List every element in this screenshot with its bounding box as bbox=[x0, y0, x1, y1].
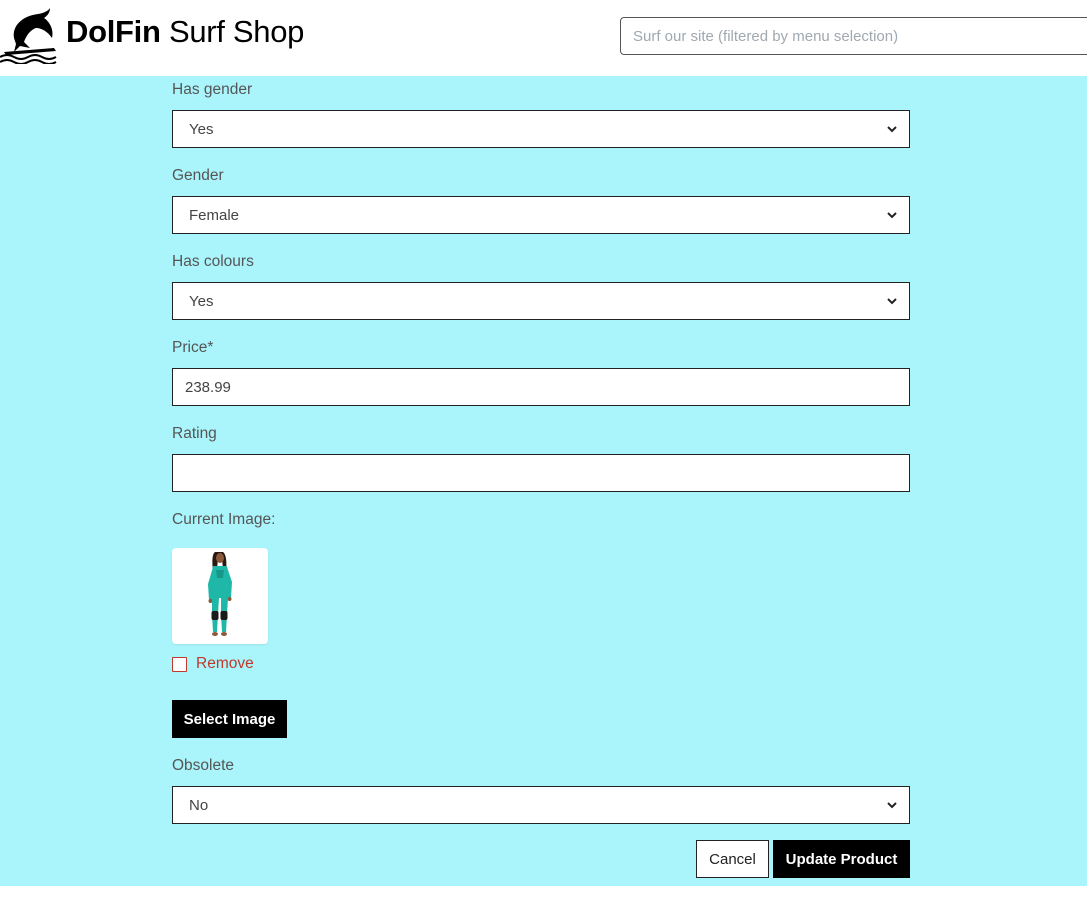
rating-label: Rating bbox=[172, 425, 217, 442]
brand-rest: Surf Shop bbox=[168, 14, 305, 49]
remove-image-checkbox[interactable] bbox=[172, 657, 187, 672]
has-colours-value: Yes bbox=[189, 292, 214, 310]
gender-value: Female bbox=[189, 206, 240, 224]
brand-name[interactable]: DolFin Surf Shop bbox=[66, 14, 304, 50]
site-header: DolFin Surf Shop bbox=[0, 0, 1087, 76]
price-label: Price* bbox=[172, 339, 214, 356]
chevron-down-icon bbox=[887, 802, 897, 809]
price-input[interactable]: 238.99 bbox=[172, 368, 910, 406]
has-colours-label: Has colours bbox=[172, 253, 254, 270]
has-colours-select[interactable]: Yes bbox=[172, 282, 910, 320]
site-search-input[interactable] bbox=[620, 17, 1087, 55]
gender-label: Gender bbox=[172, 167, 224, 184]
select-image-button[interactable]: Select Image bbox=[172, 700, 287, 738]
gender-select[interactable]: Female bbox=[172, 196, 910, 234]
has-gender-value: Yes bbox=[189, 120, 214, 138]
price-value: 238.99 bbox=[185, 378, 231, 396]
wetsuit-image bbox=[208, 552, 232, 636]
dolphin-logo-icon[interactable] bbox=[0, 8, 60, 64]
remove-image-label[interactable]: Remove bbox=[196, 655, 254, 673]
obsolete-select[interactable]: No bbox=[172, 786, 910, 824]
brand-bold: DolFin bbox=[66, 14, 161, 49]
page-bottom-strip bbox=[0, 886, 1087, 912]
current-image-thumbnail[interactable] bbox=[172, 548, 268, 644]
current-image-label: Current Image: bbox=[172, 511, 276, 528]
cancel-button[interactable]: Cancel bbox=[696, 840, 769, 878]
has-gender-label: Has gender bbox=[172, 81, 253, 98]
rating-input[interactable] bbox=[172, 454, 910, 492]
chevron-down-icon bbox=[887, 212, 897, 219]
chevron-down-icon bbox=[887, 298, 897, 305]
chevron-down-icon bbox=[887, 126, 897, 133]
obsolete-label: Obsolete bbox=[172, 757, 235, 774]
obsolete-value: No bbox=[189, 796, 209, 814]
has-gender-select[interactable]: Yes bbox=[172, 110, 910, 148]
update-product-button[interactable]: Update Product bbox=[773, 840, 910, 878]
